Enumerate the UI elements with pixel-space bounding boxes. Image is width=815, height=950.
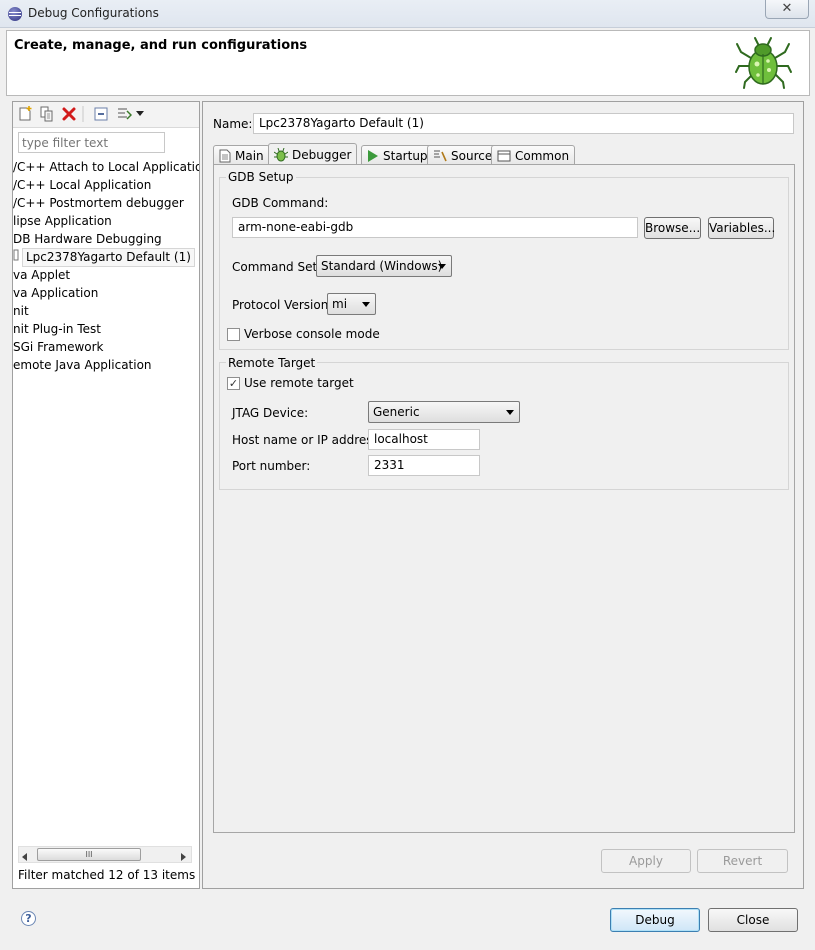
view-menu-icon[interactable] bbox=[134, 104, 146, 124]
variables-button[interactable]: Variables... bbox=[708, 217, 775, 239]
tab-source[interactable]: Source bbox=[427, 145, 499, 165]
command-set-select[interactable]: Standard (Windows) bbox=[316, 255, 452, 277]
tab-debugger[interactable]: Debugger bbox=[268, 143, 358, 165]
protocol-version-value: mi bbox=[332, 297, 348, 311]
host-name-input[interactable]: localhost bbox=[368, 429, 480, 450]
close-button[interactable]: Close bbox=[708, 908, 798, 932]
tree-item-cpp-local[interactable]: /C++ Local Application bbox=[13, 176, 151, 194]
use-remote-target-checkbox[interactable]: ✓ bbox=[227, 377, 240, 390]
chevron-down-icon bbox=[506, 410, 514, 415]
tree-item-java-applet[interactable]: va Applet bbox=[13, 266, 70, 284]
gdb-command-label: GDB Command: bbox=[232, 196, 329, 210]
name-label: Name: bbox=[213, 117, 253, 131]
tab-common[interactable]: Common bbox=[491, 145, 576, 165]
common-tab-icon bbox=[497, 150, 511, 161]
tree-item-junit-plugin[interactable]: nit Plug-in Test bbox=[13, 320, 101, 338]
configuration-name-field[interactable]: Lpc2378Yagarto Default (1) bbox=[253, 113, 794, 134]
window-close-button[interactable]: ✕ bbox=[765, 0, 809, 19]
protocol-version-select[interactable]: mi bbox=[327, 293, 376, 315]
protocol-version-label: Protocol Version: bbox=[232, 298, 333, 312]
duplicate-configuration-icon[interactable] bbox=[38, 104, 56, 124]
toolbar-separator bbox=[80, 104, 86, 124]
gdb-setup-label: GDB Setup bbox=[226, 170, 296, 184]
tab-startup[interactable]: Startup bbox=[361, 145, 434, 165]
tab-main-label: Main bbox=[235, 148, 264, 163]
apply-button[interactable]: Apply bbox=[601, 849, 691, 873]
tab-debugger-label: Debugger bbox=[292, 147, 352, 162]
help-icon[interactable]: ? bbox=[21, 911, 36, 926]
tree-item-remote-java[interactable]: emote Java Application bbox=[13, 356, 152, 374]
scroll-right-icon[interactable] bbox=[181, 850, 187, 864]
command-set-label: Command Set: bbox=[232, 260, 322, 274]
new-configuration-icon[interactable] bbox=[16, 104, 34, 124]
filter-configurations-icon[interactable] bbox=[115, 104, 133, 124]
revert-button[interactable]: Revert bbox=[697, 849, 788, 873]
debug-button[interactable]: Debug bbox=[610, 908, 700, 932]
configuration-tree: /C++ Attach to Local Application /C++ Lo… bbox=[13, 158, 199, 848]
gdb-command-input[interactable]: arm-none-eabi-gdb bbox=[232, 217, 638, 238]
port-number-input[interactable]: 2331 bbox=[368, 455, 480, 476]
tab-main[interactable]: Main bbox=[213, 145, 270, 165]
tree-item-lpc2378-config[interactable]: Lpc2378Yagarto Default (1) bbox=[22, 248, 195, 267]
jtag-device-value: Generic bbox=[373, 405, 420, 419]
remote-target-label: Remote Target bbox=[226, 356, 318, 370]
filter-status: Filter matched 12 of 13 items bbox=[18, 868, 196, 882]
tree-item-junit[interactable]: nit bbox=[13, 302, 29, 320]
tree-item-java-application[interactable]: va Application bbox=[13, 284, 98, 302]
verbose-console-label: Verbose console mode bbox=[244, 327, 380, 341]
main-tab-icon bbox=[219, 149, 231, 162]
window-title: Debug Configurations bbox=[28, 6, 159, 20]
tree-item-eclipse-application[interactable]: lipse Application bbox=[13, 212, 112, 230]
tree-item-cpp-postmortem[interactable]: /C++ Postmortem debugger bbox=[13, 194, 184, 212]
tree-item-gdb-hardware[interactable]: DB Hardware Debugging bbox=[13, 230, 162, 248]
tab-source-label: Source bbox=[451, 148, 493, 163]
scrollbar-thumb[interactable]: III bbox=[37, 848, 141, 861]
verbose-console-checkbox[interactable] bbox=[227, 328, 240, 341]
port-number-label: Port number: bbox=[232, 459, 311, 473]
chevron-down-icon bbox=[438, 264, 446, 269]
jtag-device-label: JTAG Device: bbox=[232, 406, 309, 420]
command-set-value: Standard (Windows) bbox=[321, 259, 443, 273]
tab-startup-label: Startup bbox=[383, 148, 428, 163]
collapse-all-icon[interactable] bbox=[92, 104, 110, 124]
jtag-device-select[interactable]: Generic bbox=[368, 401, 520, 423]
chevron-down-icon bbox=[362, 302, 370, 307]
scroll-left-icon[interactable] bbox=[22, 850, 28, 864]
debug-bug-icon bbox=[735, 37, 792, 89]
filter-input[interactable] bbox=[18, 132, 165, 153]
debugger-tab-icon bbox=[274, 147, 288, 161]
tab-common-label: Common bbox=[515, 148, 570, 163]
host-name-label: Host name or IP address: bbox=[232, 433, 383, 447]
dialog-heading: Create, manage, and run configurations bbox=[14, 38, 308, 53]
use-remote-target-label: Use remote target bbox=[244, 376, 354, 390]
delete-configuration-icon[interactable] bbox=[60, 104, 78, 124]
source-tab-icon bbox=[434, 150, 447, 161]
tree-item-cpp-attach[interactable]: /C++ Attach to Local Application bbox=[13, 158, 199, 176]
browse-button[interactable]: Browse... bbox=[644, 217, 701, 239]
eclipse-icon bbox=[8, 7, 22, 21]
startup-tab-icon bbox=[368, 149, 378, 162]
tree-item-osgi[interactable]: SGi Framework bbox=[13, 338, 104, 356]
